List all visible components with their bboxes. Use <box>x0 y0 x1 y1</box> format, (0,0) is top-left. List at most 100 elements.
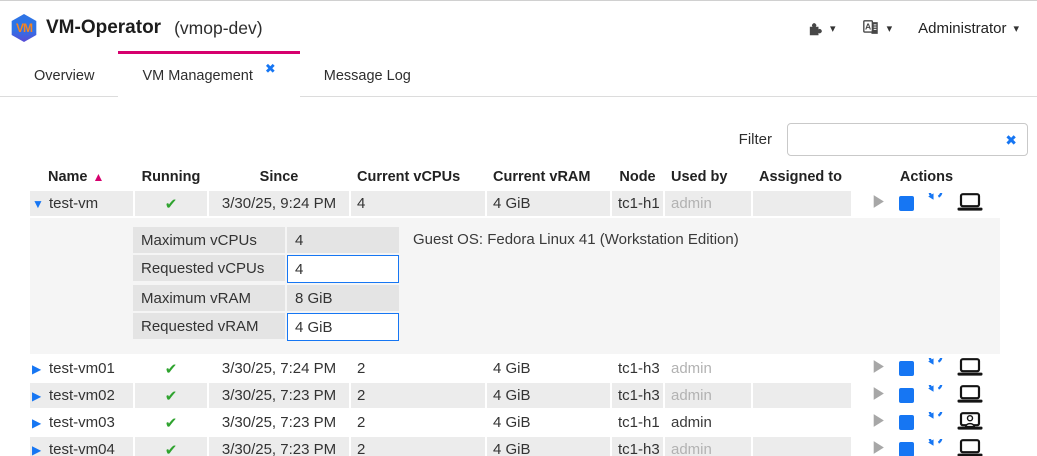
node-value: tc1-h1 <box>612 191 663 216</box>
reset-button[interactable] <box>927 439 944 456</box>
components-menu[interactable]: ▾ <box>806 20 836 37</box>
filter-row: Filter ✖ <box>0 123 1028 156</box>
property-label: Maximum vRAM <box>133 285 285 311</box>
assigned-to-value <box>753 437 851 456</box>
puzzle-icon <box>806 20 823 37</box>
vm-properties: Maximum vCPUs 4 Requested vCPUs Maximum … <box>133 227 399 341</box>
since-value: 3/30/25, 7:23 PM <box>209 410 349 435</box>
tab-vm-management-label: VM Management <box>142 68 252 84</box>
reset-icon <box>927 385 944 406</box>
assigned-to-value <box>753 356 851 381</box>
svg-text:A: A <box>865 21 871 31</box>
stop-button[interactable] <box>899 196 914 211</box>
console-button[interactable] <box>957 439 983 456</box>
reset-button[interactable] <box>927 358 944 379</box>
running-check-icon: ✔ <box>165 442 178 456</box>
used-by-value: admin <box>665 383 751 408</box>
filter-input[interactable] <box>788 124 1027 155</box>
console-button[interactable] <box>957 385 983 407</box>
used-by-value: admin <box>665 437 751 456</box>
reset-button[interactable] <box>927 193 944 214</box>
console-button[interactable] <box>957 193 983 215</box>
maximum-vram-value: 8 GiB <box>287 285 399 311</box>
table-row: ▶test-vm03 ✔ 3/30/25, 7:23 PM 2 4 GiB tc… <box>30 410 1000 435</box>
reset-button[interactable] <box>927 412 944 433</box>
stop-icon <box>899 361 914 376</box>
vcpus-value: 2 <box>351 410 485 435</box>
assigned-to-value <box>753 410 851 435</box>
top-menus: ▾ A ▾ Administrator ▾ <box>806 19 1019 37</box>
column-header-current-vcpus[interactable]: Current vCPUs <box>351 165 485 189</box>
app-window: VM VM-Operator (vmop-dev) ▾ <box>0 0 1037 456</box>
console-button[interactable] <box>957 412 983 434</box>
vram-value: 4 GiB <box>487 383 610 408</box>
tab-vm-management[interactable]: VM Management ✖ <box>118 51 299 97</box>
vm-table: Name ▲ Running Since Current vCPUs Curren… <box>28 163 1002 456</box>
expand-icon[interactable]: ▶ <box>32 416 49 430</box>
vm-name: test-vm02 <box>49 387 115 404</box>
stop-button[interactable] <box>899 388 914 403</box>
close-icon[interactable]: ✖ <box>265 61 276 77</box>
stop-button[interactable] <box>899 361 914 376</box>
vm-detail-row: Maximum vCPUs 4 Requested vCPUs Maximum … <box>30 218 1000 354</box>
reset-icon <box>927 439 944 456</box>
vm-name: test-vm03 <box>49 414 115 431</box>
top-bar: VM VM-Operator (vmop-dev) ▾ <box>0 1 1037 51</box>
column-header-since[interactable]: Since <box>209 165 349 189</box>
requested-vram-input[interactable] <box>287 313 399 341</box>
start-button[interactable] <box>871 359 886 378</box>
start-button[interactable] <box>871 194 886 213</box>
maximum-vcpus-value: 4 <box>287 227 399 253</box>
tab-bar: Overview VM Management ✖ Message Log <box>0 51 1037 97</box>
clear-icon[interactable]: ✖ <box>1005 133 1017 147</box>
node-value: tc1-h3 <box>612 437 663 456</box>
caret-down-icon: ▾ <box>887 22 893 35</box>
console-icon <box>957 358 983 380</box>
play-icon <box>871 413 886 432</box>
reset-button[interactable] <box>927 385 944 406</box>
table-header-row: Name ▲ Running Since Current vCPUs Curren… <box>30 165 1000 189</box>
start-button[interactable] <box>871 386 886 405</box>
user-menu[interactable]: Administrator ▾ <box>918 20 1019 37</box>
vcpus-value: 2 <box>351 437 485 456</box>
expand-icon[interactable]: ▶ <box>32 389 49 403</box>
column-header-node[interactable]: Node <box>612 165 663 189</box>
column-header-name[interactable]: Name ▲ <box>30 165 133 189</box>
vm-name: test-vm <box>49 195 98 212</box>
used-by-value: admin <box>665 410 751 435</box>
vram-value: 4 GiB <box>487 410 610 435</box>
console-icon <box>957 439 983 456</box>
tab-overview-label: Overview <box>34 68 94 84</box>
language-menu[interactable]: A ▾ <box>862 19 893 37</box>
stop-button[interactable] <box>899 415 914 430</box>
sort-ascending-icon: ▲ <box>93 170 105 184</box>
play-icon <box>871 359 886 378</box>
column-header-running[interactable]: Running <box>135 165 207 189</box>
table-row: ▶test-vm01 ✔ 3/30/25, 7:24 PM 2 4 GiB tc… <box>30 356 1000 381</box>
stop-icon <box>899 388 914 403</box>
since-value: 3/30/25, 9:24 PM <box>209 191 349 216</box>
guest-os-label: Guest OS: Fedora Linux 41 (Workstation E… <box>413 231 739 248</box>
tab-message-log[interactable]: Message Log <box>300 51 435 97</box>
caret-down-icon: ▾ <box>1013 22 1019 35</box>
user-menu-label: Administrator <box>918 20 1006 37</box>
column-header-name-label: Name <box>48 169 88 185</box>
stop-button[interactable] <box>899 442 914 456</box>
column-header-current-vram[interactable]: Current vRAM <box>487 165 610 189</box>
start-button[interactable] <box>871 413 886 432</box>
expand-icon[interactable]: ▶ <box>32 362 49 376</box>
requested-vcpus-input[interactable] <box>287 255 399 283</box>
filter-label: Filter <box>739 131 772 148</box>
table-row: ▶test-vm02 ✔ 3/30/25, 7:23 PM 2 4 GiB tc… <box>30 383 1000 408</box>
vcpus-value: 2 <box>351 356 485 381</box>
column-header-assigned-to[interactable]: Assigned to <box>753 165 851 189</box>
filter-box: ✖ <box>787 123 1028 156</box>
collapse-icon[interactable]: ▼ <box>32 197 49 211</box>
expand-icon[interactable]: ▶ <box>32 443 49 456</box>
column-header-used-by[interactable]: Used by <box>665 165 751 189</box>
start-button[interactable] <box>871 440 886 456</box>
console-button[interactable] <box>957 358 983 380</box>
caret-down-icon: ▾ <box>830 22 836 35</box>
tab-overview[interactable]: Overview <box>10 51 118 97</box>
node-value: tc1-h1 <box>612 410 663 435</box>
